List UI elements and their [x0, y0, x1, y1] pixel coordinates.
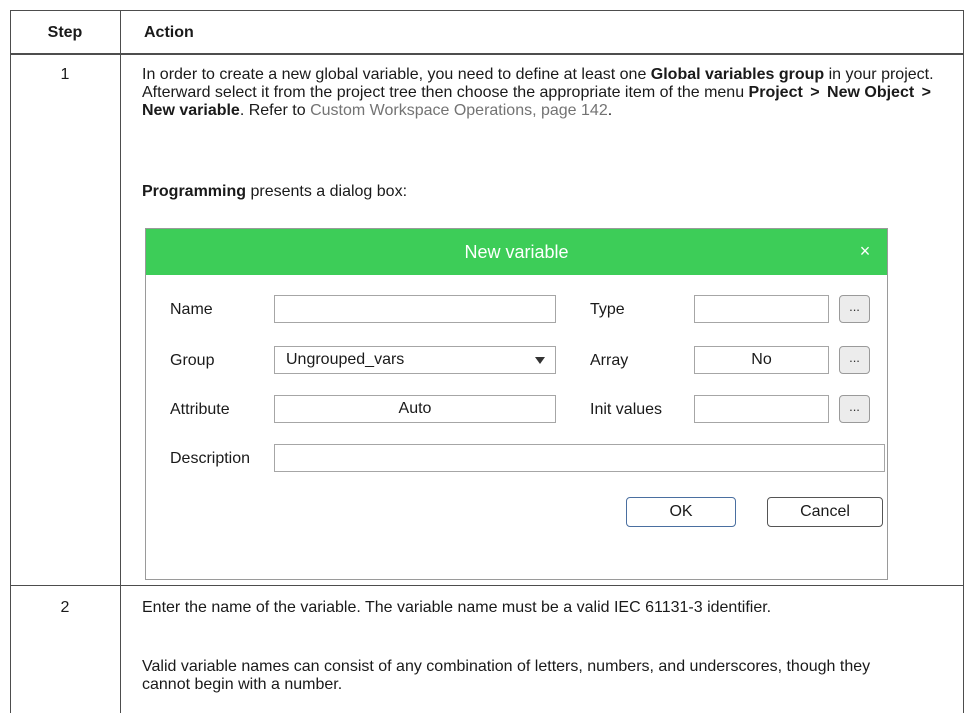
text-run: presents a dialog box:	[246, 183, 408, 200]
table-border-top	[10, 10, 964, 11]
column-divider	[120, 10, 121, 713]
chevron-down-icon[interactable]	[535, 357, 545, 364]
menu-new-variable: New variable	[142, 102, 240, 119]
ok-button[interactable]: OK	[626, 497, 736, 527]
init-values-field[interactable]	[694, 395, 829, 423]
header-action: Action	[144, 24, 194, 41]
header-step: Step	[47, 24, 83, 41]
text-run: . Refer to	[239, 102, 311, 119]
menu-project: Project	[748, 84, 803, 101]
menu-separator: >	[810, 84, 820, 101]
init-values-browse-button[interactable]: ...	[839, 395, 870, 423]
description-label: Description	[170, 450, 251, 467]
step-1-intro: Programming presents a dialog box:	[142, 183, 942, 201]
bold-text: Global variables group	[650, 66, 825, 83]
dialog-title: New variable	[464, 242, 569, 262]
group-select[interactable]: Ungrouped_vars	[274, 346, 556, 374]
table-border-right	[963, 10, 964, 713]
step-2-note: Valid variable names can consist of any …	[142, 658, 871, 693]
row-divider	[10, 585, 964, 586]
name-field[interactable]	[274, 295, 556, 323]
step-1-paragraph: In order to create a new global variable…	[142, 66, 942, 120]
step-2-paragraph: Enter the name of the variable. The vari…	[142, 599, 772, 616]
new-variable-dialog: New variable × Name Type ... Group Ungro…	[145, 228, 888, 580]
header-divider	[10, 53, 964, 55]
menu-separator: >	[921, 84, 931, 101]
menu-new-object: New Object	[827, 84, 915, 101]
close-icon[interactable]: ×	[855, 241, 875, 261]
array-browse-button[interactable]: ...	[839, 346, 870, 374]
procedure-table: Step Action 1 In order to create a new g…	[10, 10, 964, 713]
bold-text: Programming	[142, 183, 247, 200]
cancel-button[interactable]: Cancel	[767, 497, 883, 527]
group-label: Group	[170, 352, 215, 369]
attribute-label: Attribute	[170, 401, 230, 418]
type-field[interactable]	[694, 295, 829, 323]
name-label: Name	[170, 301, 213, 318]
text-run: .	[607, 102, 613, 119]
array-label: Array	[590, 352, 629, 369]
type-browse-button[interactable]: ...	[839, 295, 870, 323]
step-number: 2	[60, 599, 70, 616]
group-selected-value: Ungrouped_vars	[286, 351, 405, 368]
type-label: Type	[590, 301, 625, 318]
array-field[interactable]: No	[694, 346, 829, 374]
text-run: In order to create a new global variable…	[142, 66, 651, 83]
step-number: 1	[60, 66, 70, 83]
cross-reference-link[interactable]: Custom Workspace Operations, page 142	[310, 102, 608, 119]
init-values-label: Init values	[590, 401, 663, 418]
attribute-field[interactable]: Auto	[274, 395, 556, 423]
description-field[interactable]	[274, 444, 885, 472]
